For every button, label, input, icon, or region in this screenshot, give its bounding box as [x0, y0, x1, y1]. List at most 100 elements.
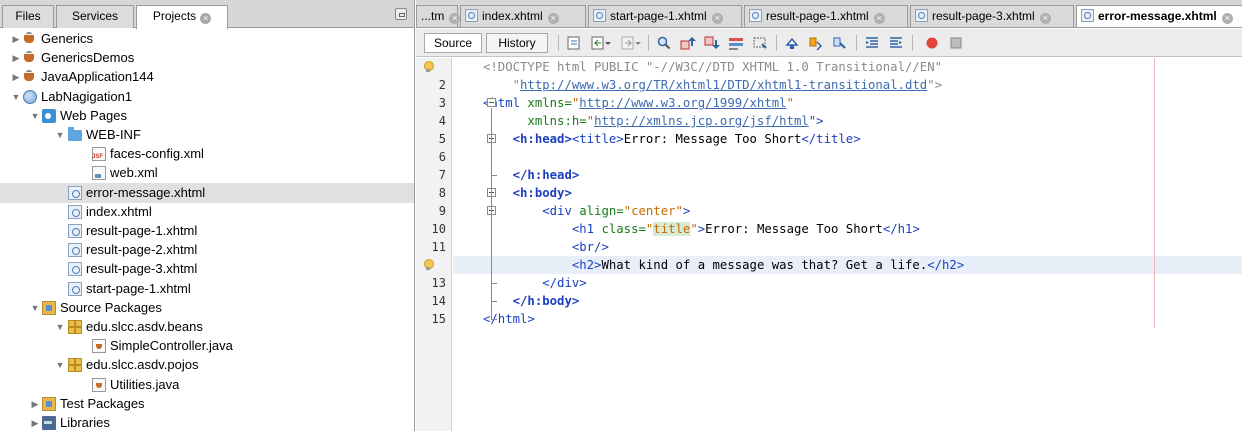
tab-files[interactable]: Files	[2, 5, 54, 28]
tree-node[interactable]: ▼ edu.slcc.asdv.beans	[0, 317, 414, 337]
code-token: title	[653, 222, 691, 236]
tree-node[interactable]: error-message.xhtml	[0, 182, 414, 203]
tree-node[interactable]: ▶ Libraries	[0, 413, 414, 431]
code-line[interactable]: <h:head><title>Error: Message Too Short<…	[453, 130, 1242, 148]
find-next-icon[interactable]	[704, 35, 720, 51]
tree-node[interactable]: ▶ Test Packages	[0, 394, 414, 414]
code-line[interactable]: </div>	[453, 274, 1242, 292]
toggle-bookmark-icon[interactable]	[832, 35, 848, 51]
find-previous-icon[interactable]	[680, 35, 696, 51]
close-icon[interactable]: ×	[711, 13, 723, 24]
hint-lightbulb-icon[interactable]	[424, 259, 434, 270]
close-icon[interactable]: ×	[873, 13, 885, 24]
record-macro-icon[interactable]	[924, 35, 940, 51]
fold-end-marker	[491, 175, 497, 176]
code-line[interactable]	[453, 148, 1242, 166]
chevron-down-icon[interactable]	[604, 35, 612, 51]
code-line[interactable]: <html xmlns="http://www.w3.org/1999/xhtm…	[453, 94, 1242, 112]
code-token: xmlns:h=	[527, 114, 587, 128]
tree-node[interactable]: ▼ edu.slcc.asdv.pojos	[0, 355, 414, 375]
tab-projects[interactable]: Projects ×	[136, 5, 228, 29]
code-line[interactable]: "http://www.w3.org/TR/xhtml1/DTD/xhtml1-…	[453, 76, 1242, 94]
expanded-toggle-icon[interactable]: ▼	[30, 298, 40, 318]
tree-node-label: index.xhtml	[86, 203, 152, 219]
tree-node[interactable]: Utilities.java	[0, 375, 414, 395]
minimize-window-icon[interactable]	[395, 8, 407, 20]
code-line[interactable]: <!DOCTYPE html PUBLIC "-//W3C//DTD XHTML…	[453, 58, 1242, 76]
code-editor[interactable]: </html> </h:body> </div> <h2>What kind o…	[453, 58, 1242, 431]
editor-tab[interactable]: ...tm ×	[416, 5, 461, 27]
editor-tab[interactable]: index.xhtml ×	[460, 5, 586, 27]
line-number-gutter[interactable]: 2 3 4 5 6 7 8 9 10 11 13 14 15	[416, 58, 452, 431]
expanded-toggle-icon[interactable]: ▼	[55, 317, 65, 337]
rectangular-selection-icon[interactable]	[752, 35, 768, 51]
code-line[interactable]: <div align="center">	[453, 202, 1242, 220]
source-button[interactable]: Source	[424, 33, 482, 53]
toggle-highlight-icon[interactable]	[728, 35, 744, 51]
close-icon[interactable]: ×	[200, 13, 212, 24]
editor-tab[interactable]: start-page-1.xhtml ×	[588, 5, 742, 27]
expanded-toggle-icon[interactable]: ▼	[55, 355, 65, 375]
fold-collapse-icon[interactable]	[487, 98, 496, 107]
code-line[interactable]: <h:body>	[453, 184, 1242, 202]
editor-tab[interactable]: error-message.xhtml ×	[1076, 5, 1242, 27]
collapsed-toggle-icon[interactable]: ▶	[30, 394, 40, 414]
code-token: "	[690, 222, 698, 236]
tree-node[interactable]: SimpleController.java	[0, 336, 414, 356]
chevron-down-icon[interactable]	[634, 35, 642, 51]
previous-bookmark-icon[interactable]	[784, 35, 800, 51]
editor-tab[interactable]: result-page-1.xhtml ×	[744, 5, 908, 27]
package-icon	[68, 358, 82, 373]
tree-node[interactable]: start-page-1.xhtml	[0, 279, 414, 299]
collapsed-toggle-icon[interactable]: ▶	[30, 413, 40, 431]
shift-left-icon[interactable]	[864, 35, 880, 51]
find-icon[interactable]	[656, 35, 672, 51]
code-token: </h2>	[927, 258, 965, 272]
tree-node[interactable]: result-page-1.xhtml	[0, 221, 414, 241]
history-button[interactable]: History	[486, 33, 548, 53]
tree-node[interactable]: ▶ GenericsDemos	[0, 48, 414, 68]
code-token: <h:head>	[512, 132, 572, 146]
expanded-toggle-icon[interactable]: ▼	[30, 106, 40, 126]
code-line[interactable]: </h:body>	[453, 292, 1242, 310]
tree-node[interactable]: ▼ LabNagigation1	[0, 87, 414, 107]
right-margin-guide	[1154, 58, 1155, 328]
tree-node[interactable]: result-page-2.xhtml	[0, 240, 414, 260]
code-line[interactable]: <h2>What kind of a message was that? Get…	[453, 256, 1242, 274]
collapsed-toggle-icon[interactable]: ▶	[11, 67, 21, 87]
code-line[interactable]: <h1 class="title">Error: Message Too Sho…	[453, 220, 1242, 238]
code-token: <h1	[571, 222, 602, 236]
collapsed-toggle-icon[interactable]: ▶	[11, 29, 21, 49]
java-project-icon	[23, 51, 37, 65]
close-icon[interactable]: ×	[1039, 13, 1051, 24]
expanded-toggle-icon[interactable]: ▼	[55, 125, 65, 145]
code-token: http://www.w3.org/1999/xhtml	[579, 96, 787, 110]
collapsed-toggle-icon[interactable]: ▶	[11, 48, 21, 68]
code-line[interactable]: xmlns:h="http://xmlns.jcp.org/jsf/html">	[453, 112, 1242, 130]
tree-node[interactable]: ▶ JavaApplication144	[0, 67, 414, 87]
tree-node[interactable]: web.xml	[0, 163, 414, 183]
close-icon[interactable]: ×	[1221, 13, 1233, 24]
tree-node[interactable]: ▼ Source Packages	[0, 298, 414, 318]
tree-node[interactable]: result-page-3.xhtml	[0, 259, 414, 279]
code-line[interactable]: <br/>	[453, 238, 1242, 256]
close-icon[interactable]: ×	[449, 13, 461, 24]
hint-lightbulb-icon[interactable]	[424, 61, 434, 72]
tree-node[interactable]: index.xhtml	[0, 202, 414, 222]
close-icon[interactable]: ×	[547, 13, 559, 24]
next-bookmark-icon[interactable]	[808, 35, 824, 51]
tree-node[interactable]: ▼ WEB-INF	[0, 125, 414, 145]
stop-macro-icon[interactable]	[948, 35, 964, 51]
tab-services[interactable]: Services	[56, 5, 134, 28]
tree-node[interactable]: ▶ Generics	[0, 29, 414, 49]
tree-node[interactable]: faces-config.xml	[0, 144, 414, 164]
last-edit-icon[interactable]	[566, 35, 582, 51]
shift-right-icon[interactable]	[888, 35, 904, 51]
expanded-toggle-icon[interactable]: ▼	[11, 87, 21, 107]
editor-tab[interactable]: result-page-3.xhtml ×	[910, 5, 1074, 27]
tree-node[interactable]: ▼ Web Pages	[0, 106, 414, 126]
code-line[interactable]: </h:head>	[453, 166, 1242, 184]
code-line[interactable]: </html>	[453, 310, 1242, 328]
